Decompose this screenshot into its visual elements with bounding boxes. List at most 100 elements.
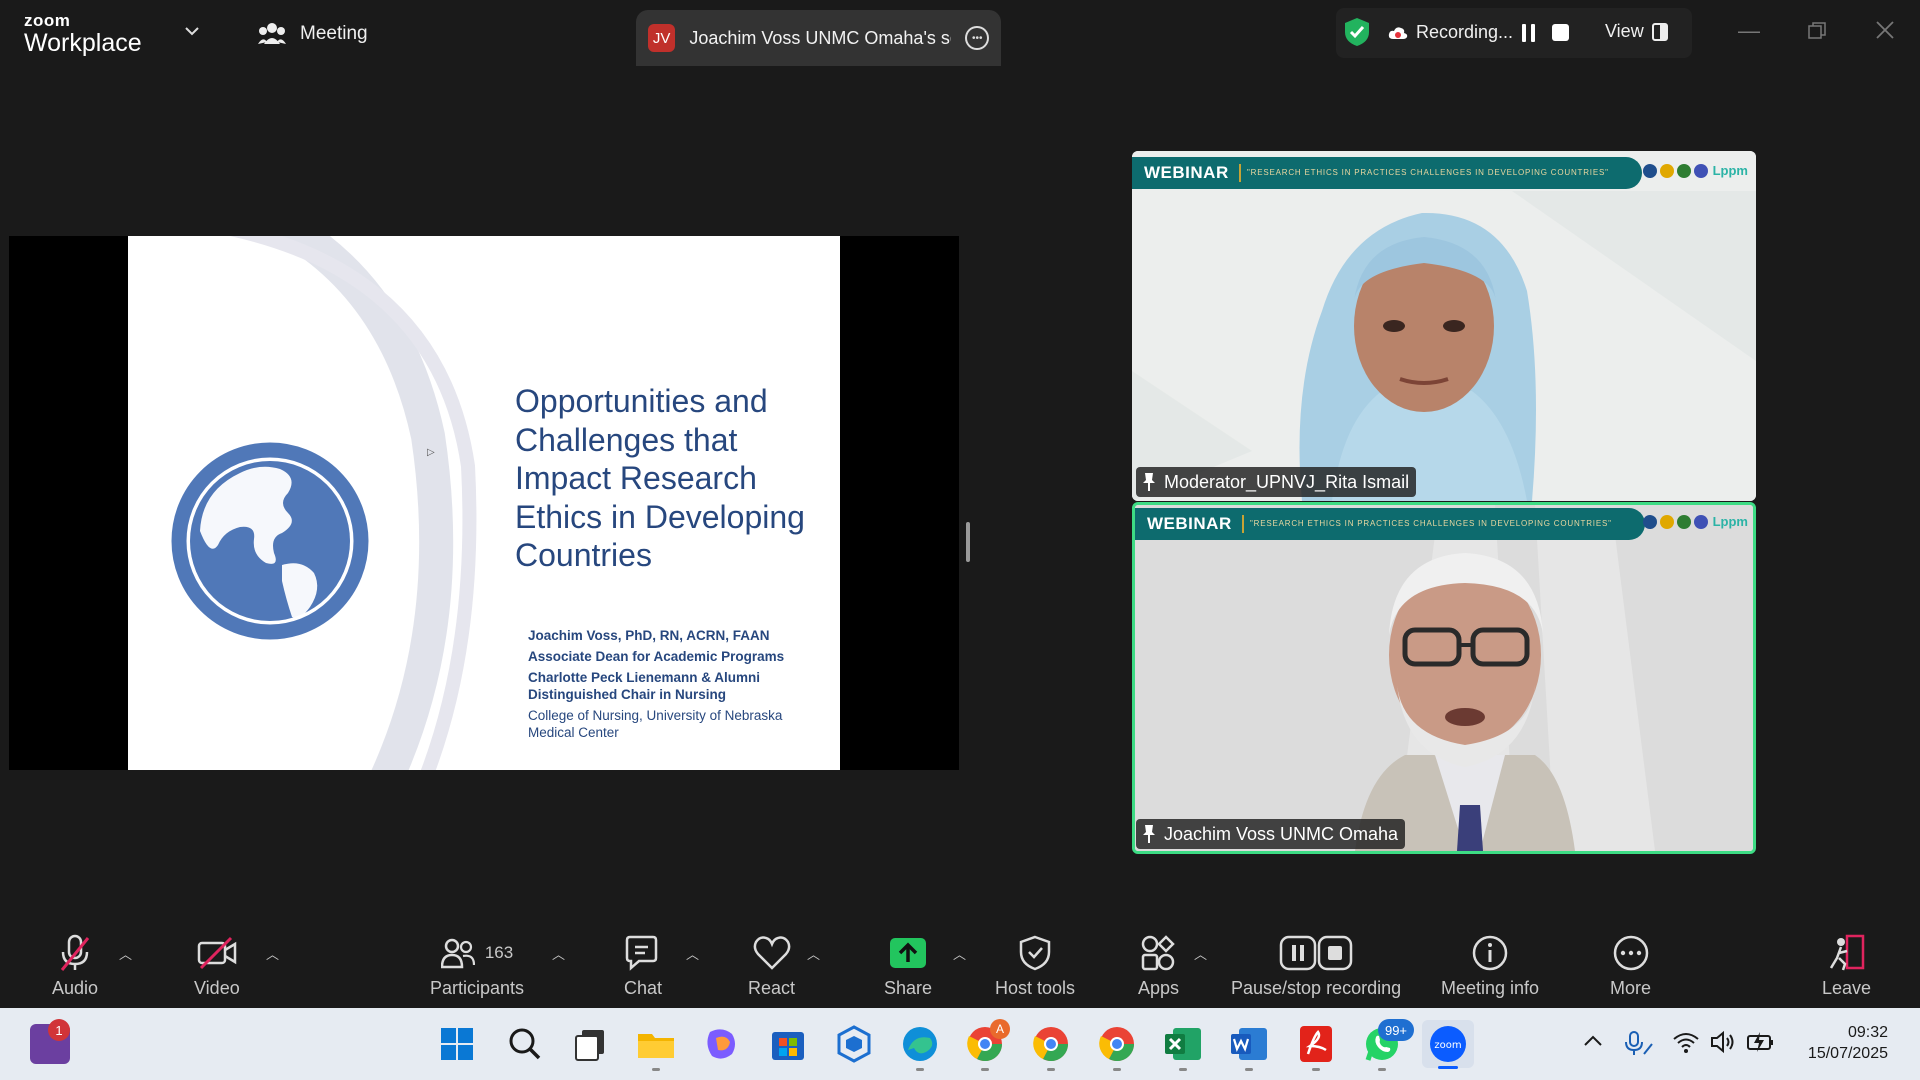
video-feed [1132, 151, 1756, 501]
heart-icon [753, 936, 790, 970]
running-indicator [1245, 1068, 1253, 1071]
sponsor-logos: Lppm [1642, 514, 1748, 529]
shield-check-icon[interactable] [1344, 17, 1370, 47]
brand-small: zoom [24, 11, 71, 30]
screen-share-tab[interactable]: JV Joachim Voss UNMC Omaha's scr ••• [636, 10, 1001, 66]
react-label: React [748, 978, 796, 998]
share-button[interactable]: Share [884, 934, 932, 999]
video-tile-moderator[interactable]: WEBINAR "RESEARCH ETHICS IN PRACTICES CH… [1132, 151, 1756, 501]
logo-4-icon [1693, 163, 1708, 178]
task-view-icon[interactable] [570, 1024, 610, 1064]
word-icon[interactable] [1229, 1024, 1269, 1064]
apps-button[interactable]: Apps [1138, 934, 1179, 999]
presenter-avatar: JV [648, 24, 676, 52]
pin-icon [1143, 473, 1155, 491]
host-shield-icon [1019, 935, 1051, 971]
chevron-down-icon[interactable] [184, 26, 200, 36]
video-tile-speaker[interactable]: WEBINAR "RESEARCH ETHICS IN PRACTICES CH… [1132, 502, 1756, 854]
pause-recording-icon[interactable] [1522, 24, 1536, 42]
participants-options-caret-icon[interactable]: ︿ [552, 944, 565, 963]
minimize-icon[interactable]: — [1738, 18, 1760, 44]
banner-title: WEBINAR [1147, 514, 1232, 533]
logo-1-icon [1642, 514, 1657, 529]
logo-1-icon [1642, 163, 1657, 178]
meeting-info-label: Meeting info [1441, 978, 1540, 998]
audio-button[interactable]: Audio [52, 934, 98, 999]
share-options-caret-icon[interactable]: ︿ [953, 944, 966, 963]
view-label: View [1605, 21, 1644, 41]
react-options-caret-icon[interactable]: ︿ [807, 944, 820, 963]
windows-start-icon[interactable] [437, 1024, 477, 1064]
banner-separator [1239, 164, 1241, 182]
zoom-app-icon[interactable]: zoom [1428, 1024, 1468, 1064]
mic-in-use-icon[interactable] [1624, 1030, 1654, 1056]
host-tools-button[interactable]: Host tools [995, 934, 1075, 999]
whatsapp-badge: 99+ [1378, 1019, 1414, 1041]
leave-button[interactable]: Leave [1822, 934, 1871, 999]
edge-browser-icon[interactable] [900, 1024, 940, 1064]
battery-charging-icon[interactable] [1746, 1030, 1776, 1054]
apps-options-caret-icon[interactable]: ︿ [1194, 944, 1207, 963]
banner-separator [1242, 515, 1244, 533]
chrome-profile-3-icon[interactable] [1097, 1024, 1137, 1064]
recording-label: Recording... [1416, 22, 1514, 42]
panel-resize-handle[interactable] [966, 522, 970, 562]
leave-label: Leave [1822, 978, 1872, 998]
video-options-caret-icon[interactable]: ︿ [266, 944, 279, 963]
author-title: Associate Dean for Academic Programs [528, 649, 785, 664]
react-button[interactable]: React [748, 934, 795, 999]
participants-label: Participants [430, 978, 525, 998]
search-icon[interactable] [505, 1024, 545, 1064]
video-feed [1135, 505, 1753, 851]
meeting-label: Meeting [300, 23, 368, 44]
file-explorer-icon[interactable] [636, 1024, 676, 1064]
running-indicator [652, 1068, 660, 1071]
chat-options-caret-icon[interactable]: ︿ [686, 944, 699, 963]
microsoft-store-icon[interactable] [768, 1024, 808, 1064]
participant-name-tag: Joachim Voss UNMC Omaha [1136, 819, 1406, 849]
more-options-icon[interactable]: ••• [965, 26, 989, 50]
logo-3-icon [1676, 163, 1691, 178]
logo-2-icon [1659, 514, 1674, 529]
excel-icon[interactable] [1163, 1024, 1203, 1064]
brand-large: Workplace [24, 29, 142, 57]
pdf-reader-icon[interactable] [1296, 1024, 1336, 1064]
more-button[interactable]: More [1610, 934, 1651, 999]
chrome-profile-badge: A [990, 1019, 1010, 1039]
banner-subtitle: "RESEARCH ETHICS IN PRACTICES CHALLENGES… [1247, 168, 1609, 177]
azure-data-studio-icon[interactable] [834, 1024, 874, 1064]
logo-4-icon [1693, 514, 1708, 529]
meeting-info-button[interactable]: Meeting info [1441, 934, 1539, 999]
running-indicator [1378, 1068, 1386, 1071]
stop-recording-icon[interactable] [1552, 24, 1569, 41]
volume-icon[interactable] [1710, 1030, 1738, 1054]
restore-icon[interactable] [1808, 22, 1826, 40]
mouse-cursor-icon: ▷ [427, 447, 435, 458]
people-icon [258, 23, 286, 44]
running-indicator [916, 1068, 924, 1071]
logo-text: Lppm [1712, 514, 1748, 529]
chat-label: Chat [623, 978, 663, 998]
zoom-workplace-logo: zoom Workplace [24, 12, 142, 56]
chevron-up-icon[interactable] [1582, 1030, 1604, 1052]
copilot-icon[interactable] [702, 1024, 742, 1064]
participants-button[interactable]: 163 Participants [430, 934, 524, 999]
meeting-tab[interactable]: Meeting [258, 22, 368, 46]
notification-badge: 1 [48, 1019, 70, 1041]
pause-stop-recording-button[interactable]: Pause/stop recording [1231, 934, 1401, 999]
chrome-profile-2-icon[interactable] [1031, 1024, 1071, 1064]
system-clock[interactable]: 09:32 15/07/2025 [1796, 1022, 1888, 1064]
audio-options-caret-icon[interactable]: ︿ [119, 944, 132, 963]
wifi-icon[interactable] [1672, 1030, 1700, 1054]
view-button[interactable]: View [1605, 21, 1668, 42]
chat-button[interactable]: Chat [623, 934, 663, 999]
info-icon [1472, 935, 1508, 971]
host-tools-label: Host tools [995, 978, 1076, 998]
video-off-icon [197, 936, 237, 970]
share-screen-icon [890, 938, 927, 968]
close-icon[interactable] [1876, 21, 1894, 39]
video-button[interactable]: Video [194, 934, 240, 999]
video-label: Video [194, 978, 240, 998]
running-indicator [1047, 1068, 1055, 1071]
active-app-indicator [1438, 1066, 1458, 1069]
